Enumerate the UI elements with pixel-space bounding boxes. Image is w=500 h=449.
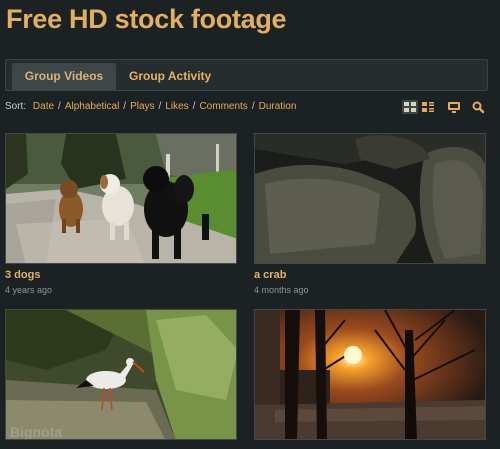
sort-option-likes[interactable]: Likes <box>165 101 188 112</box>
sort-separator: / <box>123 101 127 112</box>
sunset-thumbnail[interactable] <box>254 309 486 440</box>
video-card <box>254 309 486 449</box>
tab-group-videos[interactable]: Group Videos <box>12 63 116 90</box>
crab-thumbnail[interactable] <box>254 133 486 264</box>
tab-bar: Group Videos Group Activity <box>5 59 488 91</box>
video-age: 4 months ago <box>254 285 309 295</box>
grid-view-icon[interactable] <box>402 100 418 114</box>
sort-separator: / <box>192 101 196 112</box>
sort-option-comments[interactable]: Comments <box>199 101 247 112</box>
sort-option-duration[interactable]: Duration <box>259 101 297 112</box>
dogs-thumbnail[interactable] <box>5 133 237 264</box>
watermark-text: Bignota <box>10 424 62 440</box>
sort-bar: Sort: Date / Alphabetical / Plays / Likes / Comm… <box>5 101 296 115</box>
sort-option-plays[interactable]: Plays <box>130 101 154 112</box>
list-view-icon[interactable] <box>420 100 436 114</box>
page-title: Free HD stock footage <box>6 4 287 34</box>
monitor-icon[interactable] <box>446 100 462 114</box>
tab-group-activity[interactable]: Group Activity <box>129 63 211 90</box>
sort-separator: / <box>158 101 162 112</box>
sort-option-alphabetical[interactable]: Alphabetical <box>65 101 119 112</box>
video-title[interactable]: a crab <box>254 269 286 281</box>
video-card: 3 dogs 4 years ago <box>5 133 237 303</box>
stork-thumbnail[interactable]: Bignota <box>5 309 237 440</box>
search-icon[interactable] <box>471 100 487 114</box>
sort-separator: / <box>251 101 255 112</box>
sort-option-date[interactable]: Date <box>33 101 54 112</box>
video-age: 4 years ago <box>5 285 53 295</box>
video-card: Bignota <box>5 309 237 449</box>
sort-separator: / <box>58 101 61 112</box>
video-card: a crab 4 months ago <box>254 133 486 303</box>
sort-label: Sort: <box>5 101 27 112</box>
video-title[interactable]: 3 dogs <box>5 269 40 281</box>
